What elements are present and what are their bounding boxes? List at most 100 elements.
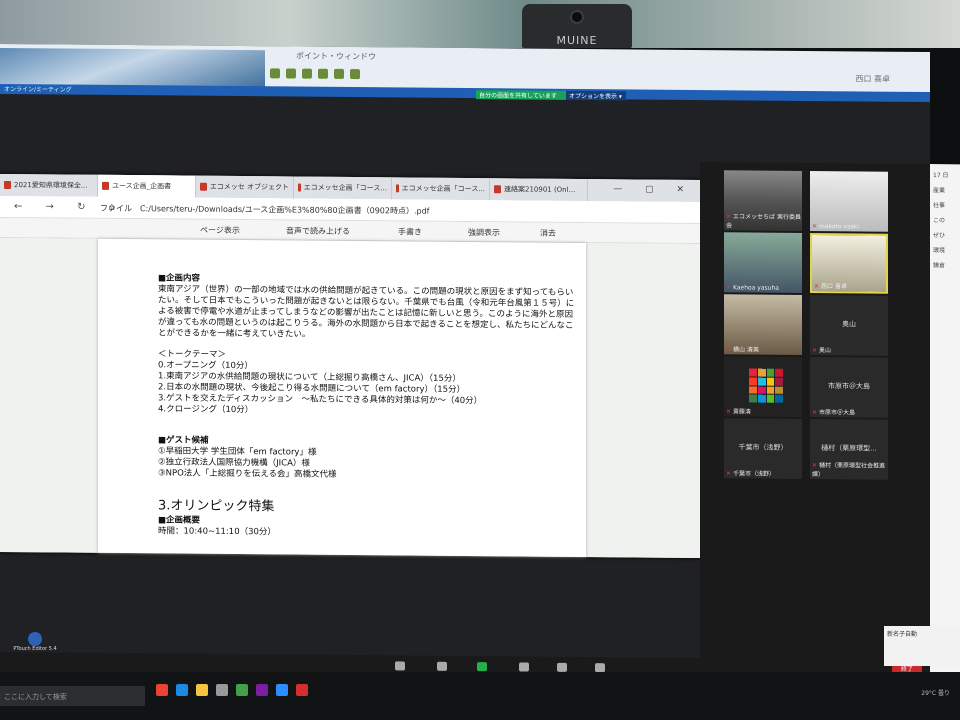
tab-0[interactable]: 2021愛知県環境保全... xyxy=(0,173,98,197)
participant-name-text: 斎藤清 xyxy=(733,408,752,416)
participant-tile[interactable]: 樋村（栗原環型... ✕ 樋村（栗原環型社会推進課） xyxy=(810,419,888,480)
pdf-icon xyxy=(494,185,501,194)
edge-icon[interactable] xyxy=(176,684,188,696)
participant-tile[interactable]: ✕ 西口 喜卓 xyxy=(810,233,888,294)
muted-mic-icon: ✕ xyxy=(726,408,732,416)
participant-name: ✕ 千葉市（浅野） xyxy=(726,468,775,477)
tool-icon[interactable] xyxy=(334,68,344,79)
tab-3[interactable]: エコメッセ企画「コース... xyxy=(294,176,392,200)
participant-name: ✕ 樋村（栗原環型社会推進課） xyxy=(812,460,888,479)
participant-tile[interactable]: ✕ 横山 清美 xyxy=(724,294,802,355)
webcam: MUINE xyxy=(522,4,632,48)
tab-1[interactable]: ユース企画_企画書 xyxy=(98,174,196,198)
participant-display-name: 奥山 xyxy=(842,320,856,329)
tool-icon[interactable] xyxy=(302,68,312,79)
meeting-bar-label: オンライン/ミーティング xyxy=(4,85,72,94)
show-options-button[interactable]: オプションを表示 ▾ xyxy=(566,90,626,101)
store-icon[interactable] xyxy=(216,684,228,696)
tab-label: エコメッセ企画「コース... xyxy=(303,183,387,193)
system-tray[interactable]: 29°C 曇り xyxy=(921,688,950,697)
control-icon xyxy=(395,661,405,671)
muted-mic-icon: ✕ xyxy=(726,470,732,478)
muted-mic-icon: ✕ xyxy=(726,346,732,354)
tool-icon[interactable] xyxy=(270,68,280,79)
participant-tile[interactable]: 千葉市（浅野） ✕ 千葉市（浅野） xyxy=(724,418,802,479)
participant-tile[interactable]: ✕ makoto ozaki xyxy=(810,171,888,232)
participant-name-text: Kaehoa yasuha xyxy=(733,284,779,292)
explorer-icon[interactable] xyxy=(196,684,208,696)
window-controls[interactable]: — ▢ ✕ xyxy=(613,184,694,195)
desktop-shortcut[interactable]: PTouch Editor 5.4 xyxy=(0,626,70,670)
chat-line: この xyxy=(933,217,946,225)
tab-5[interactable]: 連絡案210901 (Onl... xyxy=(490,178,588,202)
participant-tile[interactable]: ✕ エコメッセちば 実行委員会 xyxy=(724,170,802,231)
draw-button[interactable]: 手書き xyxy=(398,226,422,237)
acrobat-icon[interactable] xyxy=(296,684,308,696)
pdf-margin-right xyxy=(586,243,700,559)
onenote-icon[interactable] xyxy=(256,684,268,696)
pdf-icon xyxy=(298,183,301,192)
participant-tile[interactable]: 奥山 ✕ 奥山 xyxy=(810,295,888,356)
section-body: 東南アジア（世界）の一部の地域では水の供給問題が起きている。この問題の現状と原因… xyxy=(158,284,575,340)
participant-name: ✕ 奥山 xyxy=(812,345,831,354)
app-user-name: 西口 喜卓 xyxy=(855,74,890,84)
tool-icon[interactable] xyxy=(350,68,360,80)
pdf-icon xyxy=(102,181,109,190)
app-toolbar xyxy=(270,68,360,80)
webcam-label: MUINE xyxy=(556,34,598,47)
url-field[interactable]: ファイル C:/Users/teru-/Downloads/ユース企画%E3%8… xyxy=(100,203,430,217)
muted-mic-icon: ✕ xyxy=(814,283,820,291)
participant-tile[interactable]: 市原市＠大島 ✕ 市原市＠大島 xyxy=(810,357,888,418)
participant-name: ✕ 斎藤清 xyxy=(726,406,751,415)
page-view-button[interactable]: ページ表示 xyxy=(200,225,240,236)
participant-name-text: makoto ozaki xyxy=(819,223,860,231)
url-text: C:/Users/teru-/Downloads/ユース企画%E3%80%80企… xyxy=(140,204,430,216)
notification-popup[interactable]: 新名子自動 xyxy=(884,626,960,666)
erase-button[interactable]: 消去 xyxy=(540,228,556,239)
tab-4[interactable]: エコメッセ企画「コース... xyxy=(392,177,490,201)
webcam-lens xyxy=(570,10,584,24)
pdf-icon xyxy=(4,180,11,190)
participant-tile[interactable]: ✕ Kaehoa yasuha xyxy=(724,232,802,293)
tab-label: 2021愛知県環境保全... xyxy=(14,181,88,190)
participant-name-text: 西口 喜卓 xyxy=(821,283,847,291)
participant-name: ✕ 市原市＠大島 xyxy=(812,407,855,416)
pdf-browser-window: 2021愛知県環境保全... ユース企画_企画書 エコメッセ オブジェクト エコメッセ… xyxy=(0,173,700,559)
participant-tile[interactable]: ✕ 斎藤清 xyxy=(724,356,802,417)
chrome-icon[interactable] xyxy=(156,684,168,696)
participant-display-name: 千葉市（浅野） xyxy=(738,443,788,452)
chat-line: ぜひ xyxy=(933,232,946,240)
section3-title: 3.オリンピック特集 xyxy=(158,498,275,515)
desktop-shortcut-label: PTouch Editor 5.4 xyxy=(13,646,57,652)
pdf-page: ■企画内容 東南アジア（世界）の一部の地域では水の供給問題が起きている。この問題… xyxy=(98,238,586,558)
meeting-bar xyxy=(0,83,930,103)
muted-mic-icon: ✕ xyxy=(812,223,818,231)
top-app-window: ポイント・ウィンドウ 西口 喜卓 オンライン/ミーティング 自分の画面を共有して… xyxy=(0,43,930,103)
participant-name: ✕ エコメッセちば 実行委員会 xyxy=(726,211,802,230)
app-title: ポイント・ウィンドウ xyxy=(296,51,376,62)
sdgs-logo xyxy=(749,368,783,403)
zoom-icon[interactable] xyxy=(276,684,288,696)
highlight-button[interactable]: 強調表示 xyxy=(468,227,500,238)
chat-line: 環境 xyxy=(933,247,946,255)
ptouch-icon xyxy=(28,632,42,646)
tool-icon[interactable] xyxy=(286,68,296,79)
taskbar: ここに入力して検索 29°C 曇り xyxy=(0,672,960,720)
tool-icon[interactable] xyxy=(318,68,328,79)
pdf-margin-left xyxy=(0,237,98,553)
excel-icon[interactable] xyxy=(236,684,248,696)
read-aloud-button[interactable]: 音声で読み上げる xyxy=(286,225,350,237)
chat-panel: 17 日産業 社事 この ぜひ 環境 鎌倉 xyxy=(930,164,960,685)
sharing-status-button[interactable]: 自分の画面を共有しています xyxy=(476,90,566,100)
participant-name-text: 横山 清美 xyxy=(733,346,759,354)
tab-2[interactable]: エコメッセ オブジェクト xyxy=(196,175,294,199)
participant-display-name: 樋村（栗原環型... xyxy=(821,444,877,453)
chat-line: 17 日 xyxy=(933,172,949,180)
tab-label: ユース企画_企画書 xyxy=(112,181,172,191)
participant-display-name: 市原市＠大島 xyxy=(828,382,870,391)
section3-time: 時間：10:40~11:10（30分） xyxy=(158,526,276,538)
tab-label: エコメッセ オブジェクト xyxy=(209,182,289,192)
tab-label: エコメッセ企画「コース... xyxy=(401,184,485,194)
participant-name: ✕ 横山 清美 xyxy=(726,344,759,353)
taskbar-search[interactable]: ここに入力して検索 xyxy=(0,686,145,706)
